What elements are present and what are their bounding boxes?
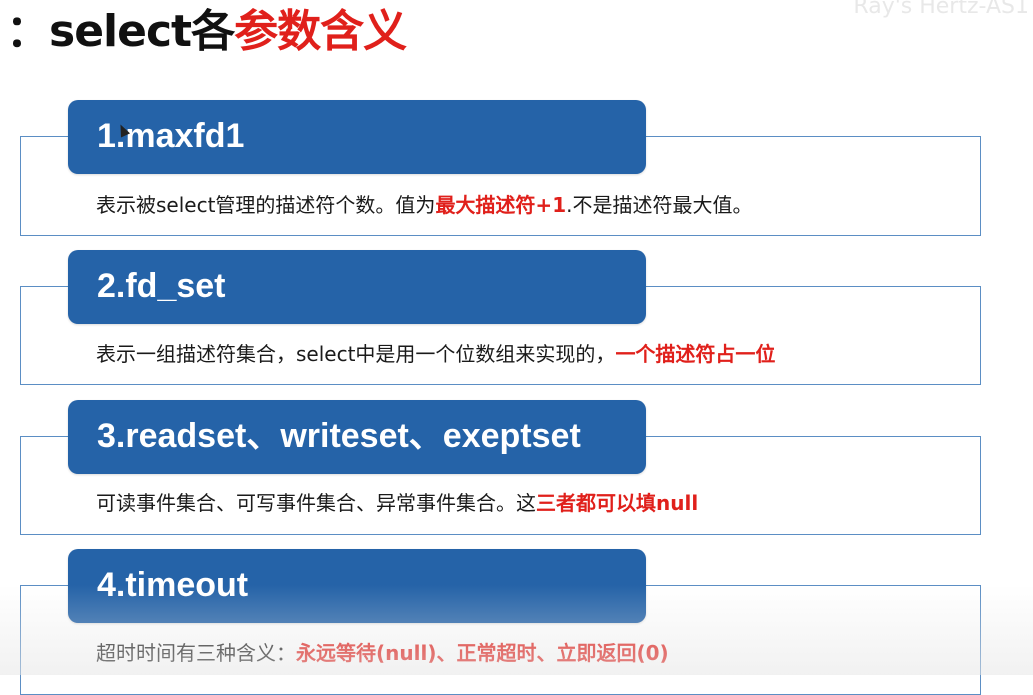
desc-highlight: 永远等待(null)、正常超时、立即返回(0) (296, 641, 669, 665)
title-highlight: 参数含义 (234, 6, 407, 57)
section-header-readset: 3.readset、writeset、exeptset (68, 400, 646, 474)
section-desc-maxfd1: 表示被select管理的描述符个数。值为最大描述符+1.不是描述符最大值。 (96, 190, 752, 220)
section-desc-fd-set: 表示一组描述符集合，select中是用一个位数组来实现的，一个描述符占一位 (96, 339, 775, 369)
watermark-text: Ray's Hertz-AS1 (853, 0, 1029, 19)
section-header-fd-set: 2.fd_set (68, 250, 646, 324)
desc-text: 可读事件集合、可写事件集合、异常事件集合。这 (96, 491, 536, 515)
desc-tail: .不是描述符最大值。 (566, 193, 753, 217)
section-desc-readset: 可读事件集合、可写事件集合、异常事件集合。这三者都可以填null (96, 488, 698, 518)
page-title: ：select各参数含义 (6, 2, 407, 62)
desc-text: 超时时间有三种含义： (96, 641, 296, 665)
desc-text: 表示被select管理的描述符个数。值为 (96, 193, 436, 217)
section-header-maxfd1: 1.maxfd1 (68, 100, 646, 174)
desc-highlight: 三者都可以填null (536, 491, 699, 515)
section-desc-timeout: 超时时间有三种含义：永远等待(null)、正常超时、立即返回(0) (96, 638, 669, 668)
title-prefix: ：select各 (6, 6, 235, 57)
desc-highlight: 一个描述符占一位 (615, 342, 776, 366)
desc-highlight: 最大描述符+1 (435, 193, 567, 217)
section-header-timeout: 4.timeout (68, 549, 646, 623)
desc-text: 表示一组描述符集合，select中是用一个位数组来实现的， (96, 342, 616, 366)
